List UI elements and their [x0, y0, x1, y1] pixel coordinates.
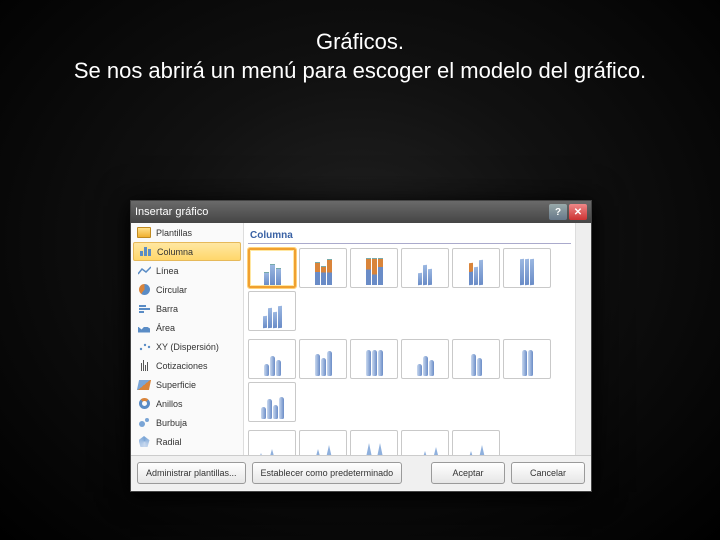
- sidebar-item-label: Barra: [156, 304, 178, 314]
- chart-thumb-cone-stacked[interactable]: [299, 430, 347, 455]
- accept-button[interactable]: Aceptar: [431, 462, 505, 484]
- chart-thumb-cyl3d-stacked[interactable]: [452, 339, 500, 379]
- gallery-section-columna: Columna: [248, 227, 571, 244]
- sidebar-item-label: Circular: [156, 285, 187, 295]
- sidebar-item-label: Columna: [157, 247, 193, 257]
- sidebar-item-label: Cotizaciones: [156, 361, 208, 371]
- sidebar-item-linea[interactable]: Línea: [131, 261, 243, 280]
- area-chart-icon: [137, 322, 151, 334]
- title-line2: Se nos abrirá un menú para escoger el mo…: [74, 58, 646, 83]
- sidebar-item-burbuja[interactable]: Burbuja: [131, 413, 243, 432]
- chart-thumb-cyl-100[interactable]: [350, 339, 398, 379]
- set-default-button[interactable]: Establecer como predeterminado: [252, 462, 403, 484]
- dialog-title: Insertar gráfico: [135, 206, 208, 218]
- chart-thumb-cyl-clustered[interactable]: [248, 339, 296, 379]
- gallery-scrollbar[interactable]: [575, 223, 591, 455]
- chart-thumb-cyl3d-full[interactable]: [248, 382, 296, 422]
- chart-thumb-col-stacked[interactable]: [299, 248, 347, 288]
- sidebar-item-label: Anillos: [156, 399, 183, 409]
- chart-thumb-col3d-full[interactable]: [248, 291, 296, 331]
- chart-category-sidebar: Plantillas Columna Línea Circular Barra …: [131, 223, 244, 455]
- chart-thumb-pyr-clustered[interactable]: [401, 430, 449, 455]
- gallery-row: [248, 244, 571, 335]
- chart-thumb-col-clustered[interactable]: [248, 248, 296, 288]
- chart-thumb-cyl3d-clustered[interactable]: [401, 339, 449, 379]
- chart-thumb-col3d-stacked[interactable]: [452, 248, 500, 288]
- chart-thumb-col3d-clustered[interactable]: [401, 248, 449, 288]
- sidebar-item-superficie[interactable]: Superficie: [131, 375, 243, 394]
- chart-thumb-pyr-stacked[interactable]: [452, 430, 500, 455]
- sidebar-item-dispersion[interactable]: XY (Dispersión): [131, 337, 243, 356]
- insert-chart-dialog: Insertar gráfico ? ✕ Plantillas Columna …: [130, 200, 592, 492]
- sidebar-item-label: XY (Dispersión): [156, 342, 219, 352]
- sidebar-item-anillos[interactable]: Anillos: [131, 394, 243, 413]
- bubble-chart-icon: [137, 417, 151, 429]
- line-chart-icon: [137, 265, 151, 277]
- chart-thumb-col-100[interactable]: [350, 248, 398, 288]
- close-button[interactable]: ✕: [569, 204, 587, 220]
- title-line1: Gráficos.: [316, 29, 404, 54]
- chart-thumb-cyl3d-100[interactable]: [503, 339, 551, 379]
- donut-chart-icon: [137, 398, 151, 410]
- sidebar-item-area[interactable]: Área: [131, 318, 243, 337]
- sidebar-item-label: Línea: [156, 266, 179, 276]
- sidebar-item-plantillas[interactable]: Plantillas: [131, 223, 243, 242]
- sidebar-item-columna[interactable]: Columna: [133, 242, 241, 261]
- gallery-row: [248, 426, 571, 455]
- slide: Gráficos. Se nos abrirá un menú para esc…: [0, 0, 720, 540]
- sidebar-item-cotizaciones[interactable]: Cotizaciones: [131, 356, 243, 375]
- sidebar-item-barra[interactable]: Barra: [131, 299, 243, 318]
- sidebar-item-label: Radial: [156, 437, 182, 447]
- manage-templates-button[interactable]: Administrar plantillas...: [137, 462, 246, 484]
- column-chart-icon: [138, 246, 152, 258]
- chart-thumb-cyl-stacked[interactable]: [299, 339, 347, 379]
- chart-thumb-col3d-100[interactable]: [503, 248, 551, 288]
- folder-icon: [137, 227, 151, 239]
- sidebar-item-label: Burbuja: [156, 418, 187, 428]
- sidebar-item-circular[interactable]: Circular: [131, 280, 243, 299]
- sidebar-item-radial[interactable]: Radial: [131, 432, 243, 451]
- sidebar-item-label: Área: [156, 323, 175, 333]
- scatter-chart-icon: [137, 341, 151, 353]
- dialog-body: Plantillas Columna Línea Circular Barra …: [131, 223, 591, 455]
- dialog-titlebar[interactable]: Insertar gráfico ? ✕: [131, 201, 591, 223]
- dialog-footer: Administrar plantillas... Establecer com…: [131, 455, 591, 490]
- pie-chart-icon: [137, 284, 151, 296]
- chart-thumb-cone-100[interactable]: [350, 430, 398, 455]
- bar-chart-icon: [137, 303, 151, 315]
- chart-gallery: Columna: [244, 223, 575, 455]
- sidebar-item-label: Plantillas: [156, 228, 192, 238]
- surface-chart-icon: [137, 379, 151, 391]
- radar-chart-icon: [137, 436, 151, 448]
- stock-chart-icon: [137, 360, 151, 372]
- cancel-button[interactable]: Cancelar: [511, 462, 585, 484]
- slide-title: Gráficos. Se nos abrirá un menú para esc…: [0, 0, 720, 85]
- sidebar-item-label: Superficie: [156, 380, 196, 390]
- gallery-row: [248, 335, 571, 426]
- chart-thumb-cone-clustered[interactable]: [248, 430, 296, 455]
- help-button[interactable]: ?: [549, 204, 567, 220]
